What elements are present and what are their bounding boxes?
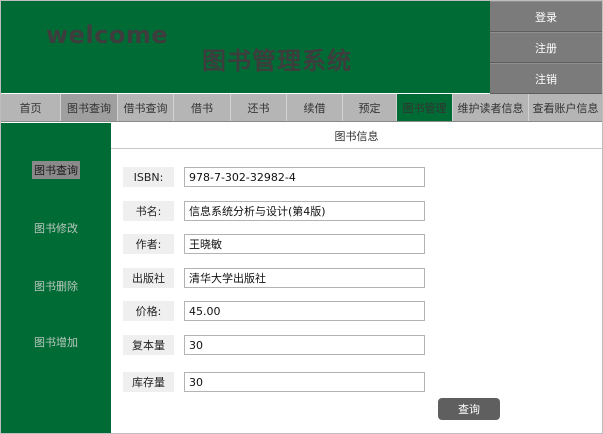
- sidebar-item-book-edit[interactable]: 图书修改: [1, 219, 111, 237]
- welcome-text: welcome: [46, 21, 169, 49]
- nav-book-search[interactable]: 图书查询: [61, 94, 118, 121]
- copies-row: 复本量: [123, 335, 425, 355]
- query-button[interactable]: 查询: [438, 398, 500, 420]
- panel-title: 图书信息: [111, 123, 602, 149]
- sidebar-item-book-search[interactable]: 图书查询: [1, 161, 111, 179]
- stock-row: 库存量: [123, 372, 425, 392]
- nav-return[interactable]: 还书: [231, 94, 287, 121]
- nav-book-management[interactable]: 图书管理: [397, 94, 453, 121]
- auth-panel: 登录 注册 注销: [490, 1, 602, 94]
- title-label: 书名:: [123, 201, 174, 221]
- book-info-panel: 图书信息 ISBN: 书名: 作者: 出版社 价格: 复本量 库存量 查询: [111, 123, 602, 433]
- sidebar: 图书查询 图书修改 图书删除 图书增加: [1, 123, 111, 433]
- sidebar-item-book-add[interactable]: 图书增加: [1, 333, 111, 351]
- author-input[interactable]: [184, 234, 425, 254]
- nav-account-info[interactable]: 查看账户信息: [529, 94, 602, 121]
- sidebar-item-label: 图书修改: [34, 222, 78, 235]
- nav-borrow-search[interactable]: 借书查询: [118, 94, 174, 121]
- nav-reader-info[interactable]: 维护读者信息: [453, 94, 529, 121]
- header-banner: welcome 图书管理系统: [1, 1, 490, 93]
- copies-label: 复本量: [123, 335, 174, 355]
- publisher-input[interactable]: [184, 268, 425, 288]
- login-button[interactable]: 登录: [490, 1, 602, 32]
- sidebar-item-label: 图书删除: [34, 280, 78, 293]
- copies-input[interactable]: [184, 335, 425, 355]
- register-button[interactable]: 注册: [490, 32, 602, 63]
- sidebar-item-book-delete[interactable]: 图书删除: [1, 277, 111, 295]
- author-label: 作者:: [123, 234, 174, 254]
- logout-button[interactable]: 注销: [490, 63, 602, 94]
- title-input[interactable]: [184, 201, 425, 221]
- price-label: 价格:: [123, 301, 174, 321]
- nav-borrow[interactable]: 借书: [174, 94, 231, 121]
- author-row: 作者:: [123, 234, 425, 254]
- nav-home[interactable]: 首页: [1, 94, 61, 121]
- price-row: 价格:: [123, 301, 425, 321]
- nav-reserve[interactable]: 预定: [343, 94, 397, 121]
- isbn-input[interactable]: [184, 167, 425, 187]
- isbn-label: ISBN:: [123, 167, 174, 187]
- publisher-row: 出版社: [123, 268, 425, 288]
- publisher-label: 出版社: [123, 268, 174, 288]
- sidebar-item-label: 图书查询: [32, 161, 80, 179]
- stock-label: 库存量: [123, 372, 174, 392]
- main-nav: 首页 图书查询 借书查询 借书 还书 续借 预定 图书管理 维护读者信息 查看账…: [1, 94, 602, 122]
- price-input[interactable]: [184, 301, 425, 321]
- stock-input[interactable]: [184, 372, 425, 392]
- isbn-row: ISBN:: [123, 167, 425, 187]
- system-title: 图书管理系统: [202, 47, 352, 75]
- title-row: 书名:: [123, 201, 425, 221]
- nav-renew[interactable]: 续借: [287, 94, 343, 121]
- sidebar-item-label: 图书增加: [34, 336, 78, 349]
